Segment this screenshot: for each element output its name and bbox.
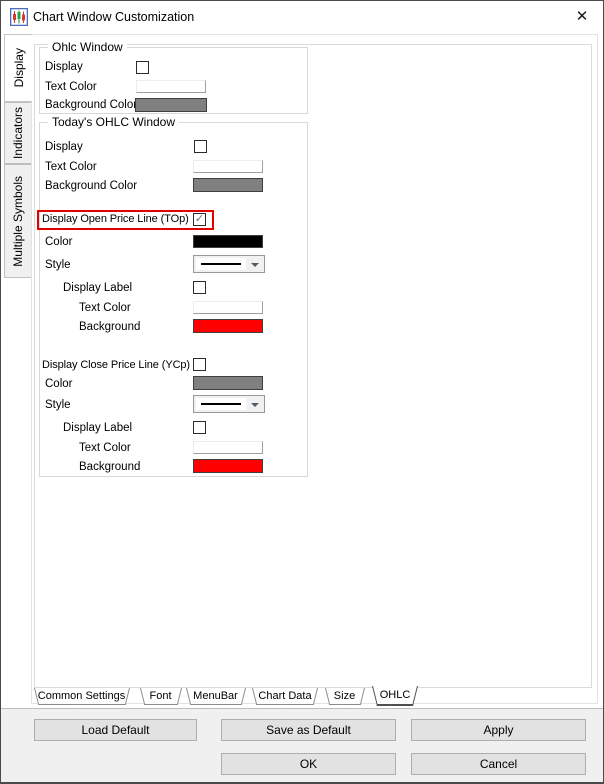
- color-label: Color: [45, 378, 72, 391]
- ok-button[interactable]: OK: [221, 753, 396, 775]
- tab-size-label: Size: [325, 688, 364, 704]
- solid-line-glyph: [201, 263, 241, 265]
- apply-button[interactable]: Apply: [411, 719, 586, 741]
- background-swatch[interactable]: [193, 319, 263, 333]
- display-checkbox[interactable]: [194, 140, 207, 153]
- display-label-label: Display Label: [63, 282, 132, 295]
- close-price-line-checkbox[interactable]: [193, 358, 206, 371]
- text-color-swatch[interactable]: [193, 160, 263, 173]
- background-swatch[interactable]: [193, 459, 263, 473]
- style-label: Style: [45, 399, 71, 412]
- button-bar: Load Default Save as Default Apply OK Ca…: [1, 708, 603, 782]
- tab-font-label: Font: [140, 688, 181, 704]
- display-label: Display: [45, 141, 83, 154]
- side-tab-multiple-symbols[interactable]: Multiple Symbols: [4, 164, 31, 278]
- side-tab-multiple-symbols-label: Multiple Symbols: [11, 176, 25, 267]
- text-color-label: Text Color: [79, 302, 131, 315]
- display-checkbox[interactable]: [136, 61, 149, 74]
- display-label-label: Display Label: [63, 422, 132, 435]
- style-label: Style: [45, 259, 71, 272]
- text-color-label: Text Color: [45, 81, 97, 94]
- tab-common-settings[interactable]: Common Settings: [34, 688, 129, 705]
- todays-ohlc-window-group-title: Today's OHLC Window: [48, 115, 179, 129]
- tab-menubar[interactable]: MenuBar: [186, 688, 245, 705]
- close-icon[interactable]: ✕: [571, 7, 593, 27]
- cancel-button[interactable]: Cancel: [411, 753, 586, 775]
- text-color-swatch[interactable]: [193, 301, 263, 314]
- window-title: Chart Window Customization: [33, 10, 194, 24]
- chevron-down-icon: [251, 263, 259, 267]
- background-label: Background: [79, 461, 140, 474]
- chevron-down-icon: [251, 403, 259, 407]
- tab-font[interactable]: Font: [140, 688, 181, 705]
- title-bar: Chart Window Customization ✕: [1, 1, 603, 33]
- line-style-preview: [196, 258, 246, 270]
- tab-chart-data[interactable]: Chart Data: [252, 688, 318, 705]
- tab-size[interactable]: Size: [325, 688, 364, 705]
- style-dropdown[interactable]: [193, 395, 265, 413]
- text-color-label: Text Color: [45, 161, 97, 174]
- text-color-swatch[interactable]: [193, 441, 263, 454]
- save-as-default-button[interactable]: Save as Default: [221, 719, 396, 741]
- line-style-preview: [196, 398, 246, 410]
- app-icon: [10, 8, 28, 26]
- side-tab-display-label: Display: [12, 48, 26, 87]
- chart-window-customization-dialog: Chart Window Customization ✕ Display Ind…: [0, 0, 604, 784]
- ohlc-window-group-title: Ohlc Window: [48, 40, 127, 54]
- background-color-swatch[interactable]: [193, 178, 263, 192]
- background-color-label: Background Color: [45, 99, 137, 112]
- tab-chart-data-label: Chart Data: [252, 688, 318, 704]
- tab-ohlc[interactable]: OHLC: [372, 686, 418, 706]
- color-swatch[interactable]: [193, 235, 263, 248]
- background-label: Background: [79, 321, 140, 334]
- color-label: Color: [45, 236, 72, 249]
- text-color-label: Text Color: [79, 442, 131, 455]
- display-label: Display: [45, 61, 83, 74]
- side-tab-indicators[interactable]: Indicators: [4, 102, 31, 164]
- load-default-button[interactable]: Load Default: [34, 719, 197, 741]
- text-color-swatch[interactable]: [136, 80, 206, 93]
- side-tab-indicators-label: Indicators: [11, 107, 25, 159]
- background-color-swatch[interactable]: [135, 98, 207, 112]
- open-price-line-label: Display Open Price Line (TOp): [42, 213, 189, 226]
- solid-line-glyph: [201, 403, 241, 405]
- close-price-line-label: Display Close Price Line (YCp): [42, 359, 190, 372]
- side-tab-display[interactable]: Display: [4, 34, 32, 102]
- tab-ohlc-label: OHLC: [372, 686, 418, 705]
- style-dropdown[interactable]: [193, 255, 265, 273]
- display-label-checkbox[interactable]: [193, 281, 206, 294]
- open-price-line-checkbox[interactable]: ✓: [193, 213, 206, 226]
- display-label-checkbox[interactable]: [193, 421, 206, 434]
- tab-common-settings-label: Common Settings: [34, 688, 129, 704]
- background-color-label: Background Color: [45, 180, 137, 193]
- tab-menubar-label: MenuBar: [186, 688, 245, 704]
- color-swatch[interactable]: [193, 376, 263, 390]
